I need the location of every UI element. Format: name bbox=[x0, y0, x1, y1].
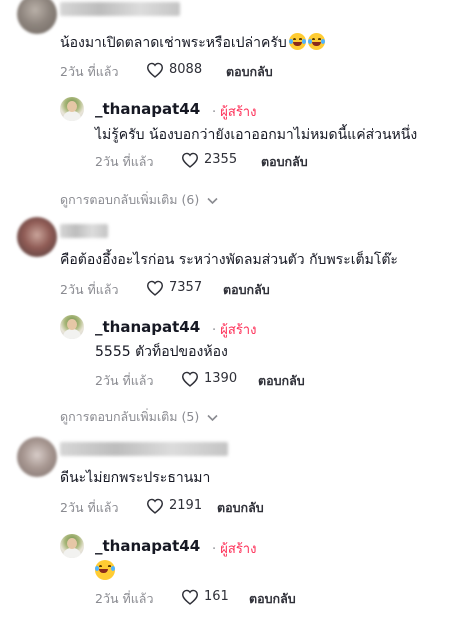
commenter-avatar[interactable] bbox=[17, 437, 57, 477]
heart-outline-icon[interactable] bbox=[181, 152, 199, 168]
reply-timestamp: 2วัน ที่แล้ว bbox=[95, 591, 154, 606]
like-count: 7357 bbox=[169, 280, 203, 295]
reply-author-name[interactable]: _thanapat44 bbox=[95, 100, 200, 118]
heart-outline-icon[interactable] bbox=[146, 498, 164, 514]
commenter-name-blurred[interactable] bbox=[60, 442, 228, 456]
reply-timestamp: 2วัน ที่แล้ว bbox=[95, 373, 154, 388]
chevron-down-icon bbox=[207, 197, 218, 204]
commenter-name-blurred[interactable] bbox=[60, 2, 180, 16]
creator-avatar[interactable] bbox=[60, 534, 84, 558]
view-more-replies[interactable]: ดูการตอบกลับเพิ่มเติม (6) bbox=[60, 190, 218, 210]
like-count: 8088 bbox=[169, 62, 203, 77]
reply-button[interactable]: ตอบกลับ bbox=[258, 371, 305, 391]
view-more-replies[interactable]: ดูการตอบกลับเพิ่มเติม (5) bbox=[60, 407, 218, 427]
creator-avatar[interactable] bbox=[60, 97, 84, 121]
reply-author-name[interactable]: _thanapat44 bbox=[95, 537, 200, 555]
commenter-avatar[interactable] bbox=[17, 0, 57, 34]
creator-badge: · ผู้สร้าง bbox=[212, 323, 257, 338]
laughing-emoji bbox=[288, 33, 306, 50]
reply-text: ไม่รู้ครับ น้องบอกว่ายังเอาออกมาไม่หมดนี… bbox=[95, 127, 418, 143]
reply-button[interactable]: ตอบกลับ bbox=[249, 589, 296, 609]
heart-outline-icon[interactable] bbox=[146, 280, 164, 296]
like-count: 2355 bbox=[204, 152, 238, 167]
reply-text: 5555 ตัวท็อปของห้อง bbox=[95, 344, 228, 360]
creator-badge: · ผู้สร้าง bbox=[212, 105, 257, 120]
reply-author-name[interactable]: _thanapat44 bbox=[95, 318, 200, 336]
comment-text: คือต้องอึ้งอะไรก่อน ระหว่างพัดลมส่วนตัว … bbox=[60, 252, 398, 268]
reply-button[interactable]: ตอบกลับ bbox=[217, 498, 264, 518]
reply-button[interactable]: ตอบกลับ bbox=[226, 62, 273, 82]
reply-button[interactable]: ตอบกลับ bbox=[261, 152, 308, 172]
reply-text bbox=[95, 560, 115, 582]
comment-text: น้องมาเปิดตลาดเช่าพระหรือเปล่าครับ bbox=[60, 33, 325, 52]
commenter-name-blurred[interactable] bbox=[60, 224, 108, 238]
creator-avatar[interactable] bbox=[60, 315, 84, 339]
creator-badge: · ผู้สร้าง bbox=[212, 542, 257, 557]
like-count: 161 bbox=[204, 589, 229, 604]
like-count: 1390 bbox=[204, 371, 238, 386]
comment-timestamp: 2วัน ที่แล้ว bbox=[60, 64, 119, 79]
chevron-down-icon bbox=[207, 414, 218, 421]
like-count: 2191 bbox=[169, 498, 203, 513]
laughing-emoji bbox=[95, 560, 115, 580]
commenter-avatar[interactable] bbox=[17, 217, 57, 257]
comment-text: ดีนะไม่ยกพระประธานมา bbox=[60, 470, 211, 486]
laughing-emoji bbox=[307, 33, 325, 50]
heart-outline-icon[interactable] bbox=[181, 371, 199, 387]
reply-timestamp: 2วัน ที่แล้ว bbox=[95, 154, 154, 169]
comment-timestamp: 2วัน ที่แล้ว bbox=[60, 500, 119, 515]
comment-timestamp: 2วัน ที่แล้ว bbox=[60, 282, 119, 297]
heart-outline-icon[interactable] bbox=[181, 589, 199, 605]
reply-button[interactable]: ตอบกลับ bbox=[223, 280, 270, 300]
heart-outline-icon[interactable] bbox=[146, 62, 164, 78]
